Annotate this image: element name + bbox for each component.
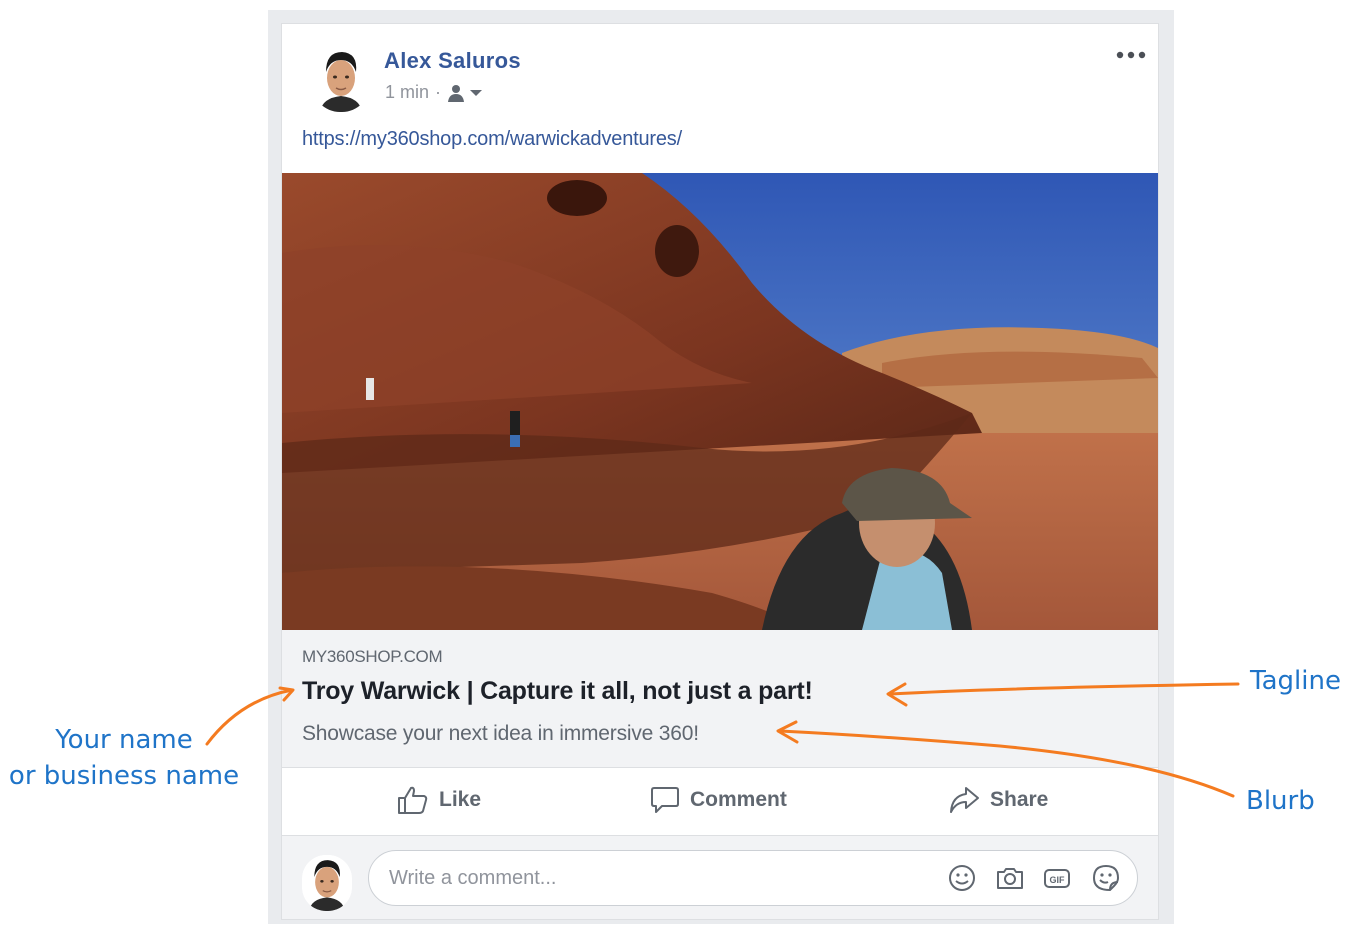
link-preview-box[interactable]: MY360SHOP.COM Troy Warwick | Capture it … xyxy=(282,630,1158,768)
camera-icon[interactable] xyxy=(995,863,1025,893)
facebook-post-card: Alex Saluros 1 min · https://my360shop.c… xyxy=(281,23,1159,920)
share-label: Share xyxy=(990,788,1049,811)
annotation-your-name: Your name or business name xyxy=(8,722,240,794)
annotation-name-line1: Your name xyxy=(55,725,193,755)
link-preview-image[interactable] xyxy=(282,173,1158,630)
author-name[interactable]: Alex Saluros xyxy=(384,48,521,74)
annotation-name-line2: or business name xyxy=(8,761,240,791)
author-avatar[interactable] xyxy=(312,46,370,112)
comment-button[interactable]: Comment xyxy=(650,785,787,815)
annotation-blurb: Blurb xyxy=(1246,786,1315,816)
preview-domain: MY360SHOP.COM xyxy=(302,647,443,666)
gif-icon[interactable]: GIF xyxy=(1042,863,1072,893)
preview-description: Showcase your next idea in immersive 360… xyxy=(302,722,699,745)
comment-input[interactable] xyxy=(387,865,911,891)
thumbs-up-icon xyxy=(398,786,428,814)
friends-icon[interactable] xyxy=(447,84,483,102)
post-time[interactable]: 1 min xyxy=(385,82,429,103)
more-options-button[interactable] xyxy=(1114,46,1148,64)
share-arrow-icon xyxy=(950,787,979,813)
commenter-avatar xyxy=(302,855,352,911)
annotation-tagline: Tagline xyxy=(1250,666,1341,696)
comment-label: Comment xyxy=(690,788,787,811)
preview-title[interactable]: Troy Warwick | Capture it all, not just … xyxy=(302,677,813,706)
meta-separator: · xyxy=(435,82,442,102)
post-link[interactable]: https://my360shop.com/warwickadventures/ xyxy=(302,128,682,151)
sticker-icon[interactable] xyxy=(1091,863,1121,893)
post-meta: 1 min · xyxy=(385,82,483,103)
svg-text:GIF: GIF xyxy=(1050,875,1066,885)
comment-icon xyxy=(651,787,679,813)
comment-input-box[interactable]: GIF xyxy=(368,850,1138,906)
share-button[interactable]: Share xyxy=(948,785,1048,815)
post-actions-bar: Like Comment Share xyxy=(282,767,1158,836)
comment-area: GIF xyxy=(282,836,1158,919)
like-label: Like xyxy=(439,788,482,811)
more-dots-icon xyxy=(1116,51,1146,59)
like-button[interactable]: Like xyxy=(397,785,481,815)
emoji-icon[interactable] xyxy=(947,863,977,893)
chevron-down-icon xyxy=(470,89,483,96)
